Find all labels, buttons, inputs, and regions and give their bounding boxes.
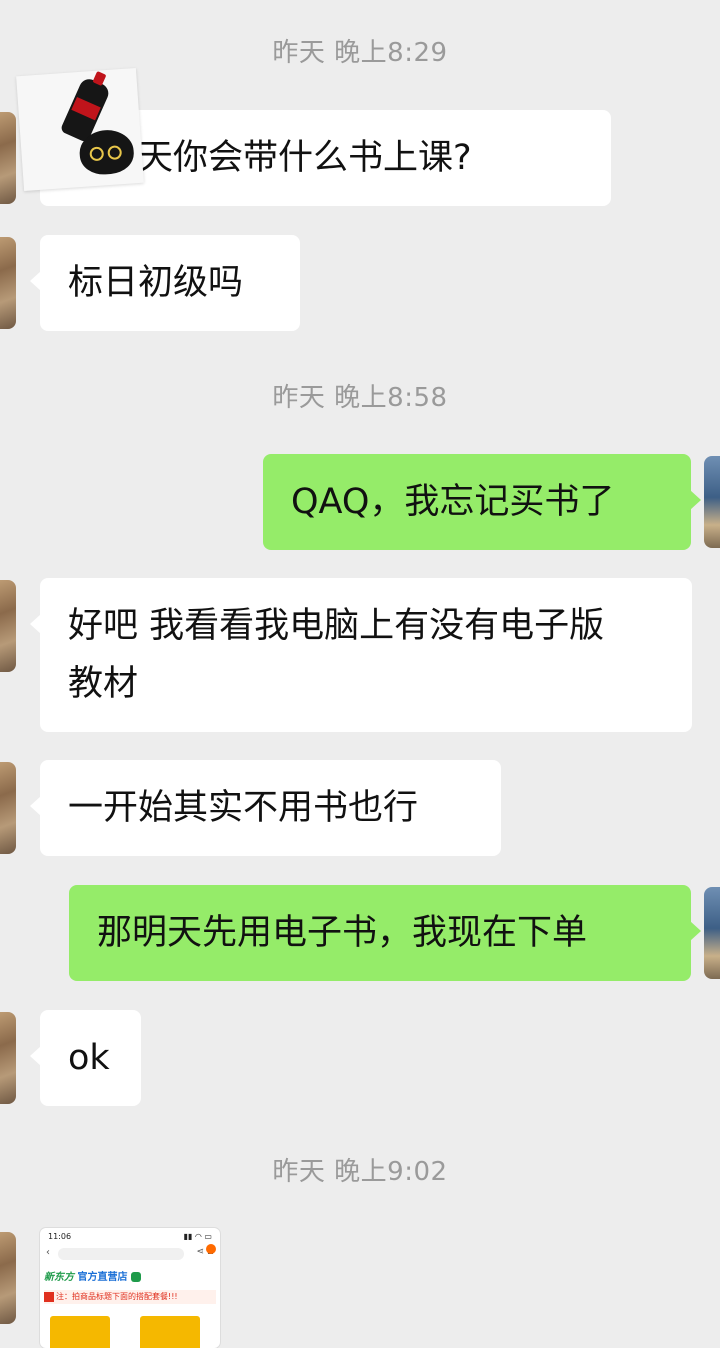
notice-text: 注：拍商品标题下面的搭配套餐!!! (56, 1292, 178, 1301)
product-image (140, 1316, 200, 1348)
message-text-line: 教材 (68, 664, 139, 704)
back-icon: ‹ (46, 1247, 50, 1258)
chat-view[interactable]: 昨天 晚上8:29 你明天你会带什么书上课? 标日初级吗 昨天 晚上8:58 Q… (0, 0, 720, 1348)
message-bubble-incoming[interactable]: ok (30, 1010, 141, 1106)
message-text: QAQ，我忘记买书了 (291, 482, 615, 522)
contact-avatar[interactable] (0, 1012, 16, 1104)
contact-avatar[interactable] (0, 237, 16, 329)
message-text: 标日初级吗 (68, 263, 244, 303)
message-text: 那明天先用电子书，我现在下单 (97, 913, 588, 953)
message-text: 一开始其实不用书也行 (68, 788, 419, 828)
message-bubble-outgoing[interactable]: 那明天先用电子书，我现在下单 (69, 885, 701, 981)
image-message-thumbnail[interactable]: 11:06 ▮▮ ◠ ▭ ‹ ⋖ ⊔ 新东方 官方直营店 注：拍商品标题下面的搭… (40, 1228, 220, 1348)
notification-badge-icon (206, 1244, 216, 1254)
message-bubble-incoming[interactable]: 好吧 我看看我电脑上有没有电子版 教材 (30, 578, 692, 732)
message-bubble-incoming[interactable]: 一开始其实不用书也行 (30, 760, 501, 856)
sticker-image[interactable] (16, 67, 144, 192)
my-avatar[interactable] (704, 456, 720, 548)
thumb-status-icons: ▮▮ ◠ ▭ (183, 1232, 212, 1241)
product-image (50, 1316, 110, 1348)
thumb-search-bar (58, 1248, 184, 1260)
message-text: ok (68, 1038, 110, 1078)
timestamp: 昨天 晚上8:29 (272, 38, 448, 68)
store-name: 官方直营店 (77, 1272, 128, 1283)
contact-avatar[interactable] (0, 762, 16, 854)
thumb-notice: 注：拍商品标题下面的搭配套餐!!! (44, 1290, 216, 1304)
my-avatar[interactable] (704, 887, 720, 979)
notice-icon (44, 1291, 54, 1302)
contact-avatar[interactable] (0, 112, 16, 204)
verified-shield-icon (130, 1272, 141, 1282)
thumb-store-title: 新东方 官方直营店 (44, 1268, 141, 1283)
message-text-line: 好吧 我看看我电脑上有没有电子版 (68, 606, 605, 646)
store-brand: 新东方 (44, 1272, 74, 1283)
contact-avatar[interactable] (0, 580, 16, 672)
timestamp: 昨天 晚上8:58 (272, 383, 448, 413)
timestamp: 昨天 晚上9:02 (272, 1157, 448, 1187)
message-bubble-outgoing[interactable]: QAQ，我忘记买书了 (263, 454, 701, 550)
contact-avatar[interactable] (0, 1232, 16, 1324)
thumb-status-time: 11:06 (48, 1232, 72, 1241)
message-bubble-incoming[interactable]: 标日初级吗 (30, 235, 300, 331)
